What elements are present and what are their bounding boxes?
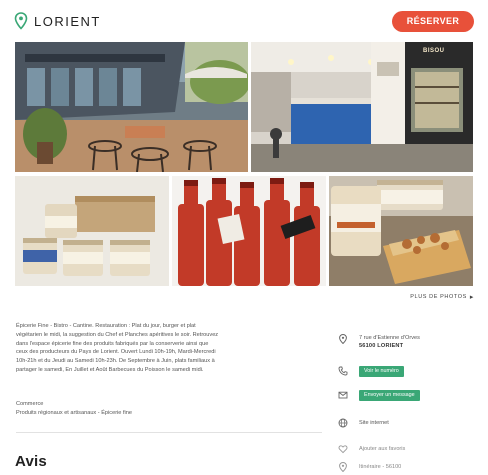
address-city: 56100 LORIENT: [359, 343, 404, 349]
address-street: 7 rue d'Estienne d'Orves: [359, 335, 420, 341]
favorite-row[interactable]: Ajouter aux favoris: [338, 444, 405, 454]
description: Épicerie Fine - Bistro - Cantine. Restau…: [16, 322, 322, 375]
description-line: dans l'espace épicerie fine des produits…: [16, 340, 209, 347]
category-value: Produits régionaux et artisanaux - Épice…: [16, 410, 132, 416]
send-message-button[interactable]: Envoyer un message: [359, 390, 420, 401]
description-line: partager le samedi, En Juillet et Août B…: [16, 366, 204, 373]
email-row: Envoyer un message: [338, 390, 420, 401]
photo-terrace[interactable]: [15, 42, 248, 172]
photo-interior[interactable]: BISOU: [251, 42, 473, 172]
chevron-right-icon: ▸: [469, 294, 474, 301]
address-row: 7 rue d'Estienne d'Orves 56100 LORIENT: [338, 334, 420, 350]
category-block: Commerce Produits régionaux et artisanau…: [16, 400, 132, 418]
header: LORIENT RÉSERVER: [14, 8, 474, 34]
reserve-button[interactable]: RÉSERVER: [392, 10, 474, 32]
photo-spread[interactable]: [329, 176, 473, 286]
photo-bottles[interactable]: [172, 176, 326, 286]
phone-icon: [338, 366, 348, 376]
show-phone-button[interactable]: Voir le numéro: [359, 366, 404, 377]
location-pin-icon: [14, 12, 28, 30]
photo-gallery: BISOU: [15, 42, 473, 286]
more-photos-link[interactable]: PLUS DE PHOTOS ▸: [410, 293, 474, 301]
website-link[interactable]: Site internet: [359, 418, 389, 428]
reviews-heading: Avis: [15, 453, 47, 470]
photo-jars[interactable]: [15, 176, 169, 286]
description-line: Épicerie Fine - Bistro - Cantine. Restau…: [16, 323, 196, 329]
description-line: ceux des producteurs du Pays de Lorient.…: [16, 349, 216, 356]
description-line: végétarien le midi, la suggestion du Che…: [16, 331, 219, 338]
divider: [16, 432, 322, 433]
category-title: Commerce: [16, 401, 44, 407]
shop-sign-text: BISOU: [423, 48, 445, 54]
heart-icon: [338, 444, 348, 454]
envelope-icon: [338, 390, 348, 400]
itinerary-link[interactable]: Itinéraire - 56100: [359, 462, 401, 472]
location-pin-icon: [338, 462, 348, 472]
phone-row: Voir le numéro: [338, 366, 404, 377]
description-line: 10h-21h et du Jeudi au Samedi 10h-23h. D…: [16, 358, 215, 365]
globe-icon: [338, 418, 348, 428]
itinerary-row[interactable]: Itinéraire - 56100: [338, 462, 401, 472]
more-photos-label: PLUS DE PHOTOS: [410, 294, 467, 300]
add-favorite-link[interactable]: Ajouter aux favoris: [359, 444, 405, 454]
location-pin-icon: [338, 334, 348, 344]
website-row[interactable]: Site internet: [338, 418, 389, 428]
city-title: LORIENT: [34, 13, 101, 29]
